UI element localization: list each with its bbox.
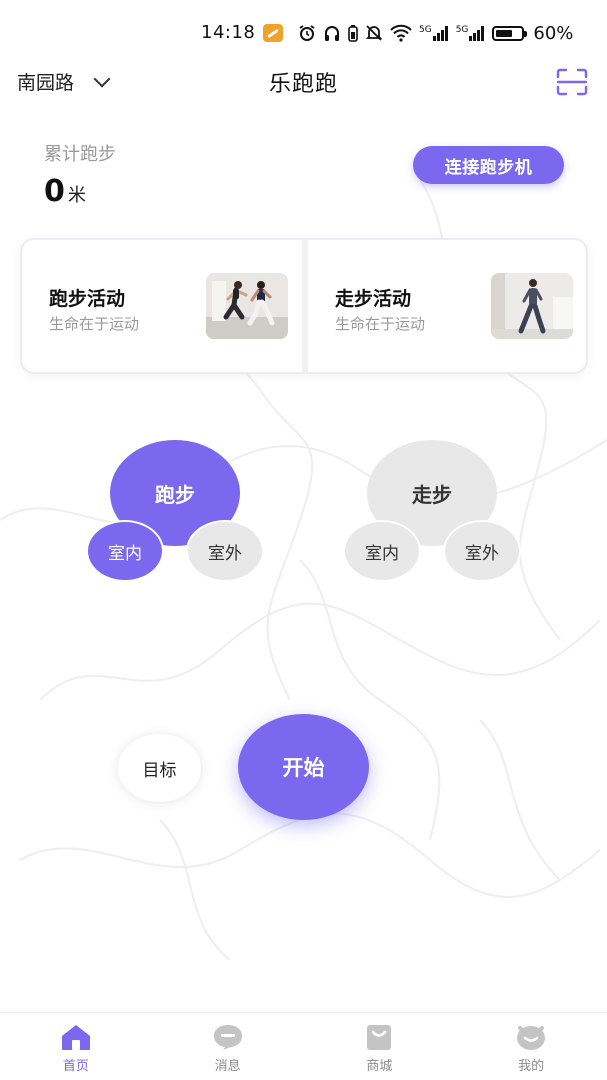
tab-label: 商城 [366,1059,393,1074]
tab-label: 消息 [214,1059,241,1074]
run-activity-card[interactable]: 跑步活动 生命在于运动 [22,240,302,372]
walk-outdoor-option[interactable]: 室外 [443,520,521,582]
headphones-icon [325,26,339,41]
tab-profile[interactable]: 我的 [455,1013,607,1080]
bottom-tab-bar: 首页 消息 商城 我的 [0,1012,607,1080]
alarm-icon [299,25,315,41]
mute-bell-icon [365,25,383,41]
status-time: 14:18 [201,22,256,43]
profile-icon [517,1026,546,1050]
goal-button[interactable]: 目标 [118,734,201,802]
start-button[interactable]: 开始 [238,714,369,820]
running-people-image [206,273,288,339]
walk-activity-card[interactable]: 走步活动 生命在于运动 [308,240,588,372]
total-run-distance: 0 米 [44,174,86,209]
shop-bag-icon [367,1025,392,1050]
wifi-icon [390,24,412,42]
connect-treadmill-button[interactable]: 连接跑步机 [413,146,564,184]
home-icon [61,1025,90,1050]
network-type-label: 5G [419,25,432,35]
page-title: 乐跑跑 [268,72,338,97]
total-run-value: 0 [44,174,65,209]
status-icons: 5G 5G 60% [298,22,573,44]
status-bar: 14:18 5G 5G 60% [0,0,607,64]
signal-5g-icon-b: 5G [456,25,486,41]
notification-app-icon [263,24,283,42]
walk-indoor-option[interactable]: 室内 [343,520,421,582]
activity-cards: 跑步活动 生命在于运动 走步活动 生命在于运动 [20,238,588,374]
scan-icon[interactable] [556,68,588,96]
total-run-label: 累计跑步 [44,144,116,165]
run-indoor-option[interactable]: 室内 [86,520,164,582]
run-outdoor-option[interactable]: 室外 [186,520,264,582]
headphone-battery-icon [348,25,358,42]
card-subtitle: 生命在于运动 [49,315,140,333]
network-type-label: 5G [455,25,469,35]
tab-label: 首页 [62,1059,89,1074]
signal-5g-icon-a: 5G [419,25,449,41]
tab-home[interactable]: 首页 [0,1013,152,1080]
total-run-unit: 米 [67,185,86,206]
tab-shop[interactable]: 商城 [304,1013,456,1080]
battery-icon [492,25,528,41]
walking-person-image [491,273,573,339]
card-title: 跑步活动 [49,288,126,310]
card-title: 走步活动 [335,288,412,310]
card-subtitle: 生命在于运动 [335,315,426,333]
message-icon [213,1025,242,1050]
tab-messages[interactable]: 消息 [152,1013,304,1080]
tab-label: 我的 [518,1059,545,1074]
battery-percent: 60% [533,22,574,44]
